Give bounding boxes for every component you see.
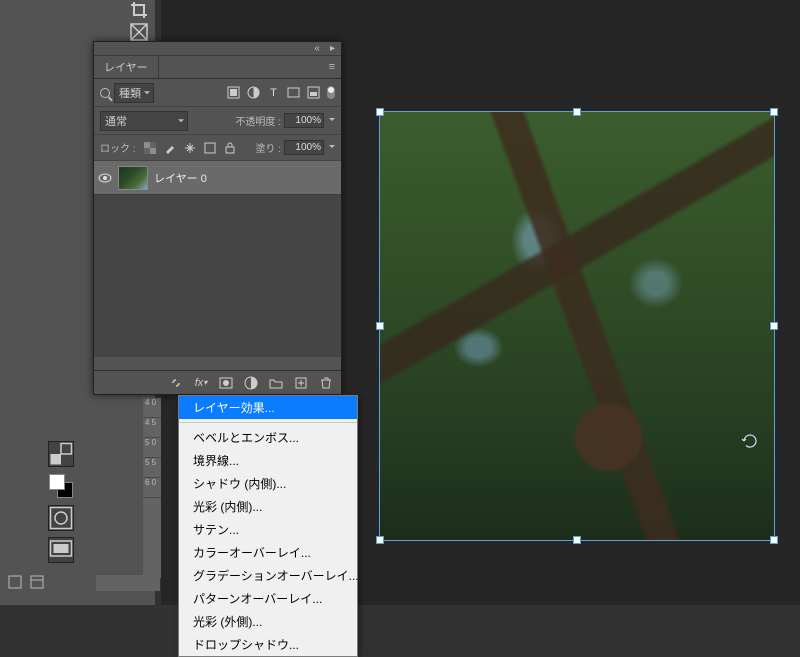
horizontal-ruler (96, 575, 160, 591)
tab-layers[interactable]: レイヤー (94, 56, 159, 78)
group-icon[interactable] (269, 376, 283, 390)
menu-item-color-overlay[interactable]: カラーオーバーレイ... (179, 541, 357, 564)
filter-shape-icon[interactable] (287, 86, 300, 99)
fill-label: 塗り : (255, 140, 281, 155)
transform-handle[interactable] (770, 536, 778, 544)
transform-handle[interactable] (376, 108, 384, 116)
trash-icon[interactable] (319, 376, 333, 390)
filter-toggle-icon[interactable] (327, 86, 335, 99)
adjustment-icon[interactable] (244, 376, 258, 390)
rotate-indicator-icon (741, 432, 759, 453)
screenmode-icon[interactable] (48, 537, 74, 563)
transform-outline (379, 111, 775, 541)
fill-input[interactable]: 100% (284, 140, 324, 155)
lock-row: ロック : 塗り : 100% (94, 135, 341, 161)
lock-all-icon[interactable] (224, 142, 236, 154)
lock-paint-icon[interactable] (164, 142, 176, 154)
panel-tabs: レイヤー ≡ (94, 56, 341, 79)
layers-list: レイヤー 0 (94, 161, 341, 357)
filter-smart-icon[interactable] (307, 86, 320, 99)
lock-transparency-icon[interactable] (144, 142, 156, 154)
link-layers-icon[interactable] (169, 376, 183, 390)
chevron-down-icon[interactable] (329, 145, 335, 151)
crop-tool-icon[interactable] (130, 1, 148, 19)
lock-label: ロック : (100, 140, 136, 155)
transform-handle[interactable] (376, 322, 384, 330)
menu-separator (179, 422, 357, 423)
menu-item-inner-shadow[interactable]: シャドウ (内側)... (179, 472, 357, 495)
layer-filter-search[interactable]: 種類 (100, 83, 154, 103)
chevron-down-icon[interactable] (329, 118, 335, 124)
bottom-toolbar (0, 571, 96, 593)
panel-topbar: « ▸ (94, 42, 341, 56)
canvas-image[interactable] (379, 111, 775, 541)
filter-pixel-icon[interactable] (227, 86, 240, 99)
search-icon (100, 88, 110, 98)
menu-item-stroke[interactable]: 境界線... (179, 449, 357, 472)
panel-icon-2[interactable] (30, 575, 44, 589)
blend-mode-select[interactable]: 通常 (100, 111, 188, 131)
foreground-background-swatch[interactable] (48, 473, 74, 499)
filter-type-icon[interactable]: T (267, 86, 280, 99)
mask-icon[interactable] (219, 376, 233, 390)
vertical-ruler: 4 0 4 5 5 0 5 5 6 0 (143, 398, 161, 578)
frame-tool-icon[interactable] (130, 23, 148, 41)
menu-item-outer-glow[interactable]: 光彩 (外側)... (179, 610, 357, 633)
layer-row[interactable]: レイヤー 0 (94, 161, 341, 195)
transform-handle[interactable] (573, 536, 581, 544)
opacity-label: 不透明度 : (235, 113, 281, 128)
panel-icon[interactable] (8, 575, 22, 589)
lock-position-icon[interactable] (184, 142, 196, 154)
panel-menu-icon[interactable]: ≡ (329, 61, 335, 73)
fx-context-menu: レイヤー効果... ベベルとエンボス... 境界線... シャドウ (内側)..… (178, 395, 358, 657)
collapse-icon[interactable]: « (314, 43, 320, 54)
quickmask-icon[interactable] (48, 505, 74, 531)
menu-item-inner-glow[interactable]: 光彩 (内側)... (179, 495, 357, 518)
menu-item-bevel[interactable]: ベベルとエンボス... (179, 426, 357, 449)
transform-handle[interactable] (376, 536, 384, 544)
new-layer-icon[interactable] (294, 376, 308, 390)
transform-handle[interactable] (770, 322, 778, 330)
blend-row: 通常 不透明度 : 100% (94, 107, 341, 135)
menu-item-drop-shadow[interactable]: ドロップシャドウ... (179, 633, 357, 656)
panel-footer: fx▾ (94, 370, 341, 394)
filter-adjust-icon[interactable] (247, 86, 260, 99)
layer-thumbnail[interactable] (118, 166, 148, 190)
layers-panel: « ▸ レイヤー ≡ 種類 T 通常 不透明度 : 100% ロック : (93, 41, 342, 395)
menu-item-satin[interactable]: サテン... (179, 518, 357, 541)
layer-name-label[interactable]: レイヤー 0 (154, 170, 207, 186)
menu-item-pattern-overlay[interactable]: パターンオーバーレイ... (179, 587, 357, 610)
fx-icon[interactable]: fx▾ (194, 376, 208, 390)
filter-kind-select[interactable]: 種類 (114, 83, 154, 103)
lock-artboard-icon[interactable] (204, 142, 216, 154)
transform-handle[interactable] (770, 108, 778, 116)
close-panel-icon[interactable]: ▸ (330, 43, 335, 54)
swap-colors-icon[interactable] (48, 441, 74, 467)
menu-item-layer-effects[interactable]: レイヤー効果... (179, 396, 357, 419)
menu-item-gradient-overlay[interactable]: グラデーションオーバーレイ... (179, 564, 357, 587)
opacity-input[interactable]: 100% (284, 113, 324, 128)
mini-tools (48, 435, 88, 569)
visibility-eye-icon[interactable] (98, 171, 112, 185)
filter-row: 種類 T (94, 79, 341, 107)
transform-handle[interactable] (573, 108, 581, 116)
